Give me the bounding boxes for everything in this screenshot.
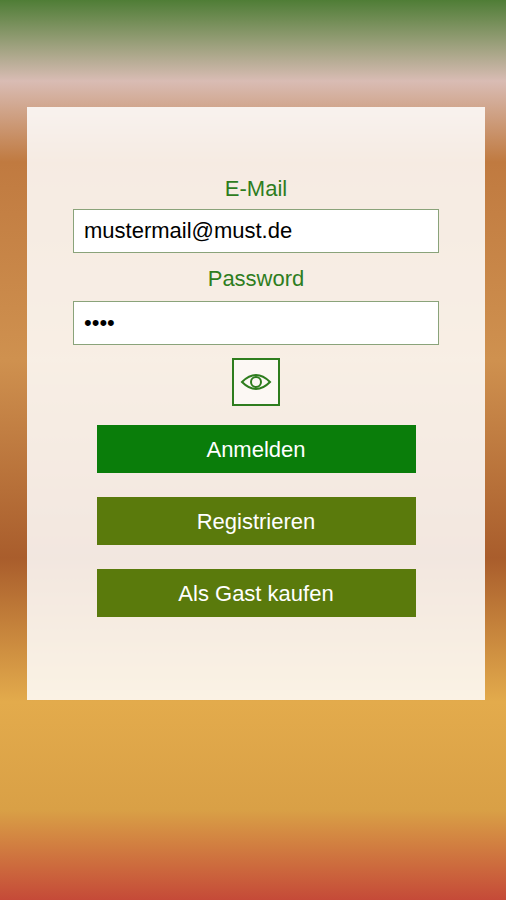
eye-icon: [240, 371, 272, 393]
action-button[interactable]: Als Gast kaufen: [97, 569, 416, 617]
login-card: E-Mail Password Anmelden Registrieren Als …: [27, 107, 485, 700]
button-list: Anmelden Registrieren Als Gast kaufen: [97, 425, 416, 617]
password-input[interactable]: [73, 301, 439, 345]
show-password-button[interactable]: [232, 358, 280, 406]
email-input[interactable]: [73, 209, 439, 253]
login-screen: E-Mail Password Anmelden Registrieren Als …: [0, 0, 506, 900]
email-label: E-Mail: [225, 175, 287, 203]
action-button[interactable]: Registrieren: [97, 497, 416, 545]
password-label: Password: [208, 265, 305, 293]
login-button[interactable]: Anmelden: [97, 425, 416, 473]
